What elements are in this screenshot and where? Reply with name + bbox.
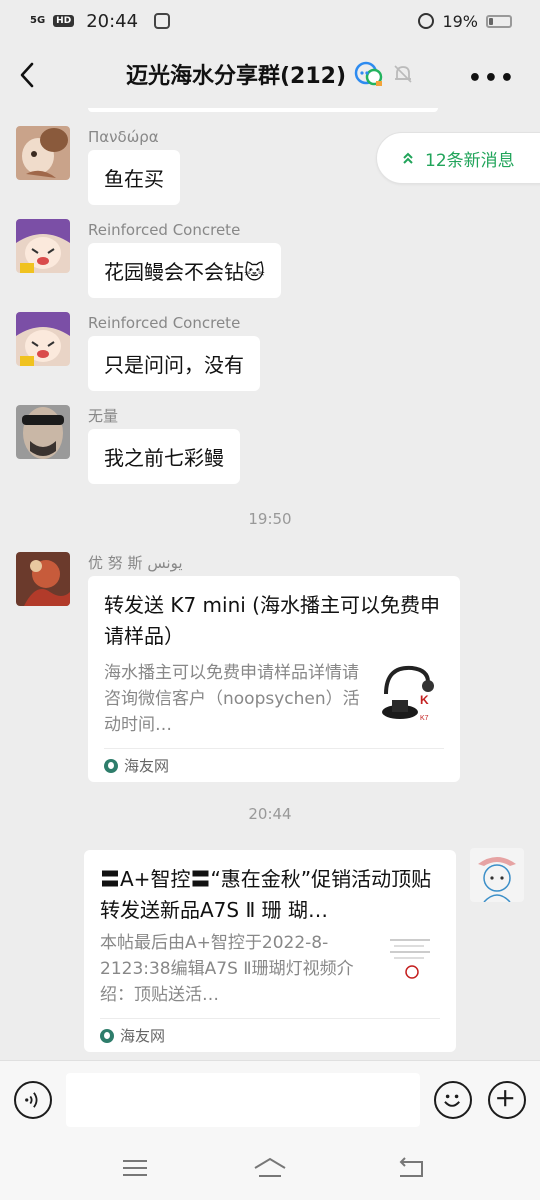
return-icon[interactable] — [396, 1156, 426, 1180]
source-logo-icon — [100, 1028, 114, 1043]
menu-icon[interactable] — [120, 1156, 150, 1180]
message-item: Reinforced Concrete 只是问问，没有 — [16, 312, 260, 391]
message-list[interactable]: Πανδώρα 鱼在买 Reinforced Concrete 花园鳗会不会钻🐱 — [0, 108, 540, 1060]
link-card[interactable]: 转发送 K7 mini (海水播主可以免费申请样品） 海水播主可以免费申请样品详… — [88, 576, 460, 782]
sender-name: 无量 — [88, 407, 119, 425]
status-bar: 5G HD 20:44 19% — [0, 0, 540, 42]
avatar[interactable] — [16, 126, 70, 180]
message-item: 优 努 斯 يونس 转发送 K7 mini (海水播主可以免费申请样品） 海水… — [16, 552, 460, 782]
svg-text:K: K — [420, 693, 429, 707]
card-title: 〓A+智控〓“惠在金秋”促销活动顶贴转发送新品A7S Ⅱ 珊 瑚… — [100, 867, 432, 922]
new-messages-button[interactable]: 12条新消息 — [376, 132, 540, 184]
battery-icon — [486, 14, 512, 28]
previous-bubble-edge — [88, 108, 438, 112]
message-item: Πανδώρα 鱼在买 — [16, 126, 180, 205]
sender-name: Reinforced Concrete — [88, 314, 241, 332]
group-chat-icon — [354, 61, 383, 86]
link-card[interactable]: 〓A+智控〓“惠在金秋”促销活动顶贴转发送新品A7S Ⅱ 珊 瑚… 本帖最后由A… — [84, 850, 456, 1052]
card-thumbnail — [374, 930, 440, 1002]
mute-bell-icon — [394, 65, 412, 83]
avatar[interactable] — [470, 848, 524, 902]
new-messages-label: 12条新消息 — [425, 150, 515, 171]
status-time: 20:44 — [86, 10, 139, 32]
chat-title: 迈光海水分享群(212) — [0, 58, 540, 90]
signal-indicator: 5G — [30, 15, 46, 26]
avatar[interactable] — [16, 405, 70, 459]
svg-text:K7: K7 — [420, 715, 429, 722]
sender-name: Πανδώρα — [88, 128, 159, 146]
avatar[interactable] — [16, 552, 70, 606]
more-dots-icon[interactable]: ••• — [468, 66, 516, 91]
message-item: Reinforced Concrete 花园鳗会不会钻🐱 — [16, 219, 281, 298]
input-bar — [0, 1060, 540, 1142]
chat-title-text: 迈光海水分享群(212) — [125, 64, 347, 89]
system-navigation-bar — [0, 1142, 540, 1200]
card-source-name: 海友网 — [124, 757, 170, 775]
chat-header: 迈光海水分享群(212) ••• — [0, 42, 540, 108]
message-item-self: 〓A+智控〓“惠在金秋”促销活动顶贴转发送新品A7S Ⅱ 珊 瑚… 本帖最后由A… — [84, 848, 524, 1052]
emoji-icon[interactable] — [434, 1081, 472, 1119]
avatar[interactable] — [16, 219, 70, 273]
card-description: 海水播主可以免费申请样品详情请咨询微信客户（noopsychen）活动时间… — [104, 663, 360, 735]
message-bubble[interactable]: 我之前七彩鳗 — [88, 429, 240, 484]
sender-name: Reinforced Concrete — [88, 221, 241, 239]
timestamp: 19:50 — [248, 510, 292, 528]
message-bubble[interactable]: 只是问问，没有 — [88, 336, 260, 391]
alarm-icon — [418, 13, 435, 29]
avatar[interactable] — [16, 312, 70, 366]
voice-icon[interactable] — [14, 1081, 52, 1119]
plus-icon[interactable] — [488, 1081, 526, 1119]
hd-badge: HD — [53, 15, 75, 27]
home-icon[interactable] — [252, 1156, 288, 1180]
card-source: 海友网 — [100, 1018, 440, 1052]
battery-percent: 19% — [442, 11, 478, 31]
message-bubble[interactable]: 鱼在买 — [88, 150, 180, 205]
card-thumbnail: K K7 — [378, 660, 444, 732]
message-item: 无量 我之前七彩鳗 — [16, 405, 240, 484]
card-source-name: 海友网 — [120, 1027, 166, 1045]
source-logo-icon — [104, 758, 118, 773]
notification-app-icon — [154, 13, 171, 29]
double-chevron-up-icon — [403, 152, 413, 164]
card-description: 本帖最后由A+智控于2022-8-2123:38编辑A7S Ⅱ珊瑚灯视频介绍：顶… — [100, 933, 354, 1005]
sender-name: 优 努 斯 يونس — [88, 554, 183, 572]
card-source: 海友网 — [104, 748, 444, 782]
timestamp: 20:44 — [248, 805, 292, 823]
message-bubble[interactable]: 花园鳗会不会钻🐱 — [88, 243, 281, 298]
message-input[interactable] — [66, 1073, 420, 1127]
card-title: 转发送 K7 mini (海水播主可以免费申请样品） — [104, 593, 440, 648]
